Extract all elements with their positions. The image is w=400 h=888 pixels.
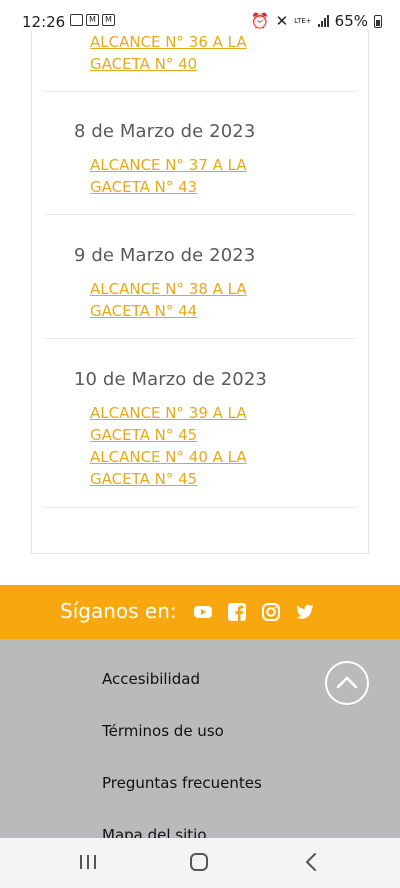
entry-date: 10 de Marzo de 2023 (74, 369, 267, 390)
gazette-link[interactable]: ALCANCE N° 36 A LA (90, 31, 247, 53)
gmail-notification-icon: M (102, 14, 115, 26)
gazette-link[interactable]: GACETA N° 45 (90, 424, 197, 446)
network-icon: LTE+ (294, 16, 312, 25)
chevron-up-icon (336, 676, 358, 689)
twitter-icon[interactable] (296, 603, 314, 621)
back-icon[interactable] (302, 852, 320, 872)
gazette-link[interactable]: ALCANCE N° 37 A LA (90, 154, 247, 176)
instagram-icon[interactable] (262, 603, 280, 621)
status-right: ⏰ ✕ LTE+ 65% (251, 12, 382, 30)
gazette-link[interactable]: GACETA N° 44 (90, 300, 197, 322)
system-nav-bar (0, 838, 400, 888)
gazette-link[interactable]: ALCANCE N° 39 A LA (90, 402, 247, 424)
status-time: 12:26 (22, 13, 66, 31)
mute-icon: ✕ (275, 12, 289, 30)
scroll-to-top-button[interactable] (325, 661, 369, 705)
signal-icon (317, 15, 329, 27)
follow-label: Síganos en: (60, 599, 177, 623)
footer-link-accesibilidad[interactable]: Accesibilidad (102, 670, 200, 688)
battery-percent: 65% (334, 12, 368, 30)
gazette-link[interactable]: ALCANCE N° 40 A LA (90, 446, 247, 468)
entry-date: 9 de Marzo de 2023 (74, 245, 256, 266)
footer-link-preguntas[interactable]: Preguntas frecuentes (102, 774, 262, 792)
youtube-icon[interactable] (194, 603, 212, 621)
battery-icon (374, 14, 382, 28)
divider (44, 91, 356, 92)
home-icon[interactable] (189, 852, 209, 872)
recent-apps-icon[interactable] (78, 853, 98, 871)
notification-icons: M M (70, 14, 115, 26)
footer-link-terminos[interactable]: Términos de uso (102, 722, 224, 740)
gazette-link[interactable]: GACETA N° 40 (90, 53, 197, 75)
facebook-icon[interactable] (228, 603, 246, 621)
gazette-link[interactable]: GACETA N° 45 (90, 468, 197, 490)
calendar-notification-icon (70, 14, 83, 26)
gazette-link[interactable]: GACETA N° 43 (90, 176, 197, 198)
divider (44, 214, 356, 215)
gmail-notification-icon: M (86, 14, 99, 26)
alarm-icon: ⏰ (250, 12, 270, 30)
entry-date: 8 de Marzo de 2023 (74, 121, 256, 142)
divider (44, 338, 356, 339)
gazette-link[interactable]: ALCANCE N° 38 A LA (90, 278, 247, 300)
divider (44, 507, 356, 508)
